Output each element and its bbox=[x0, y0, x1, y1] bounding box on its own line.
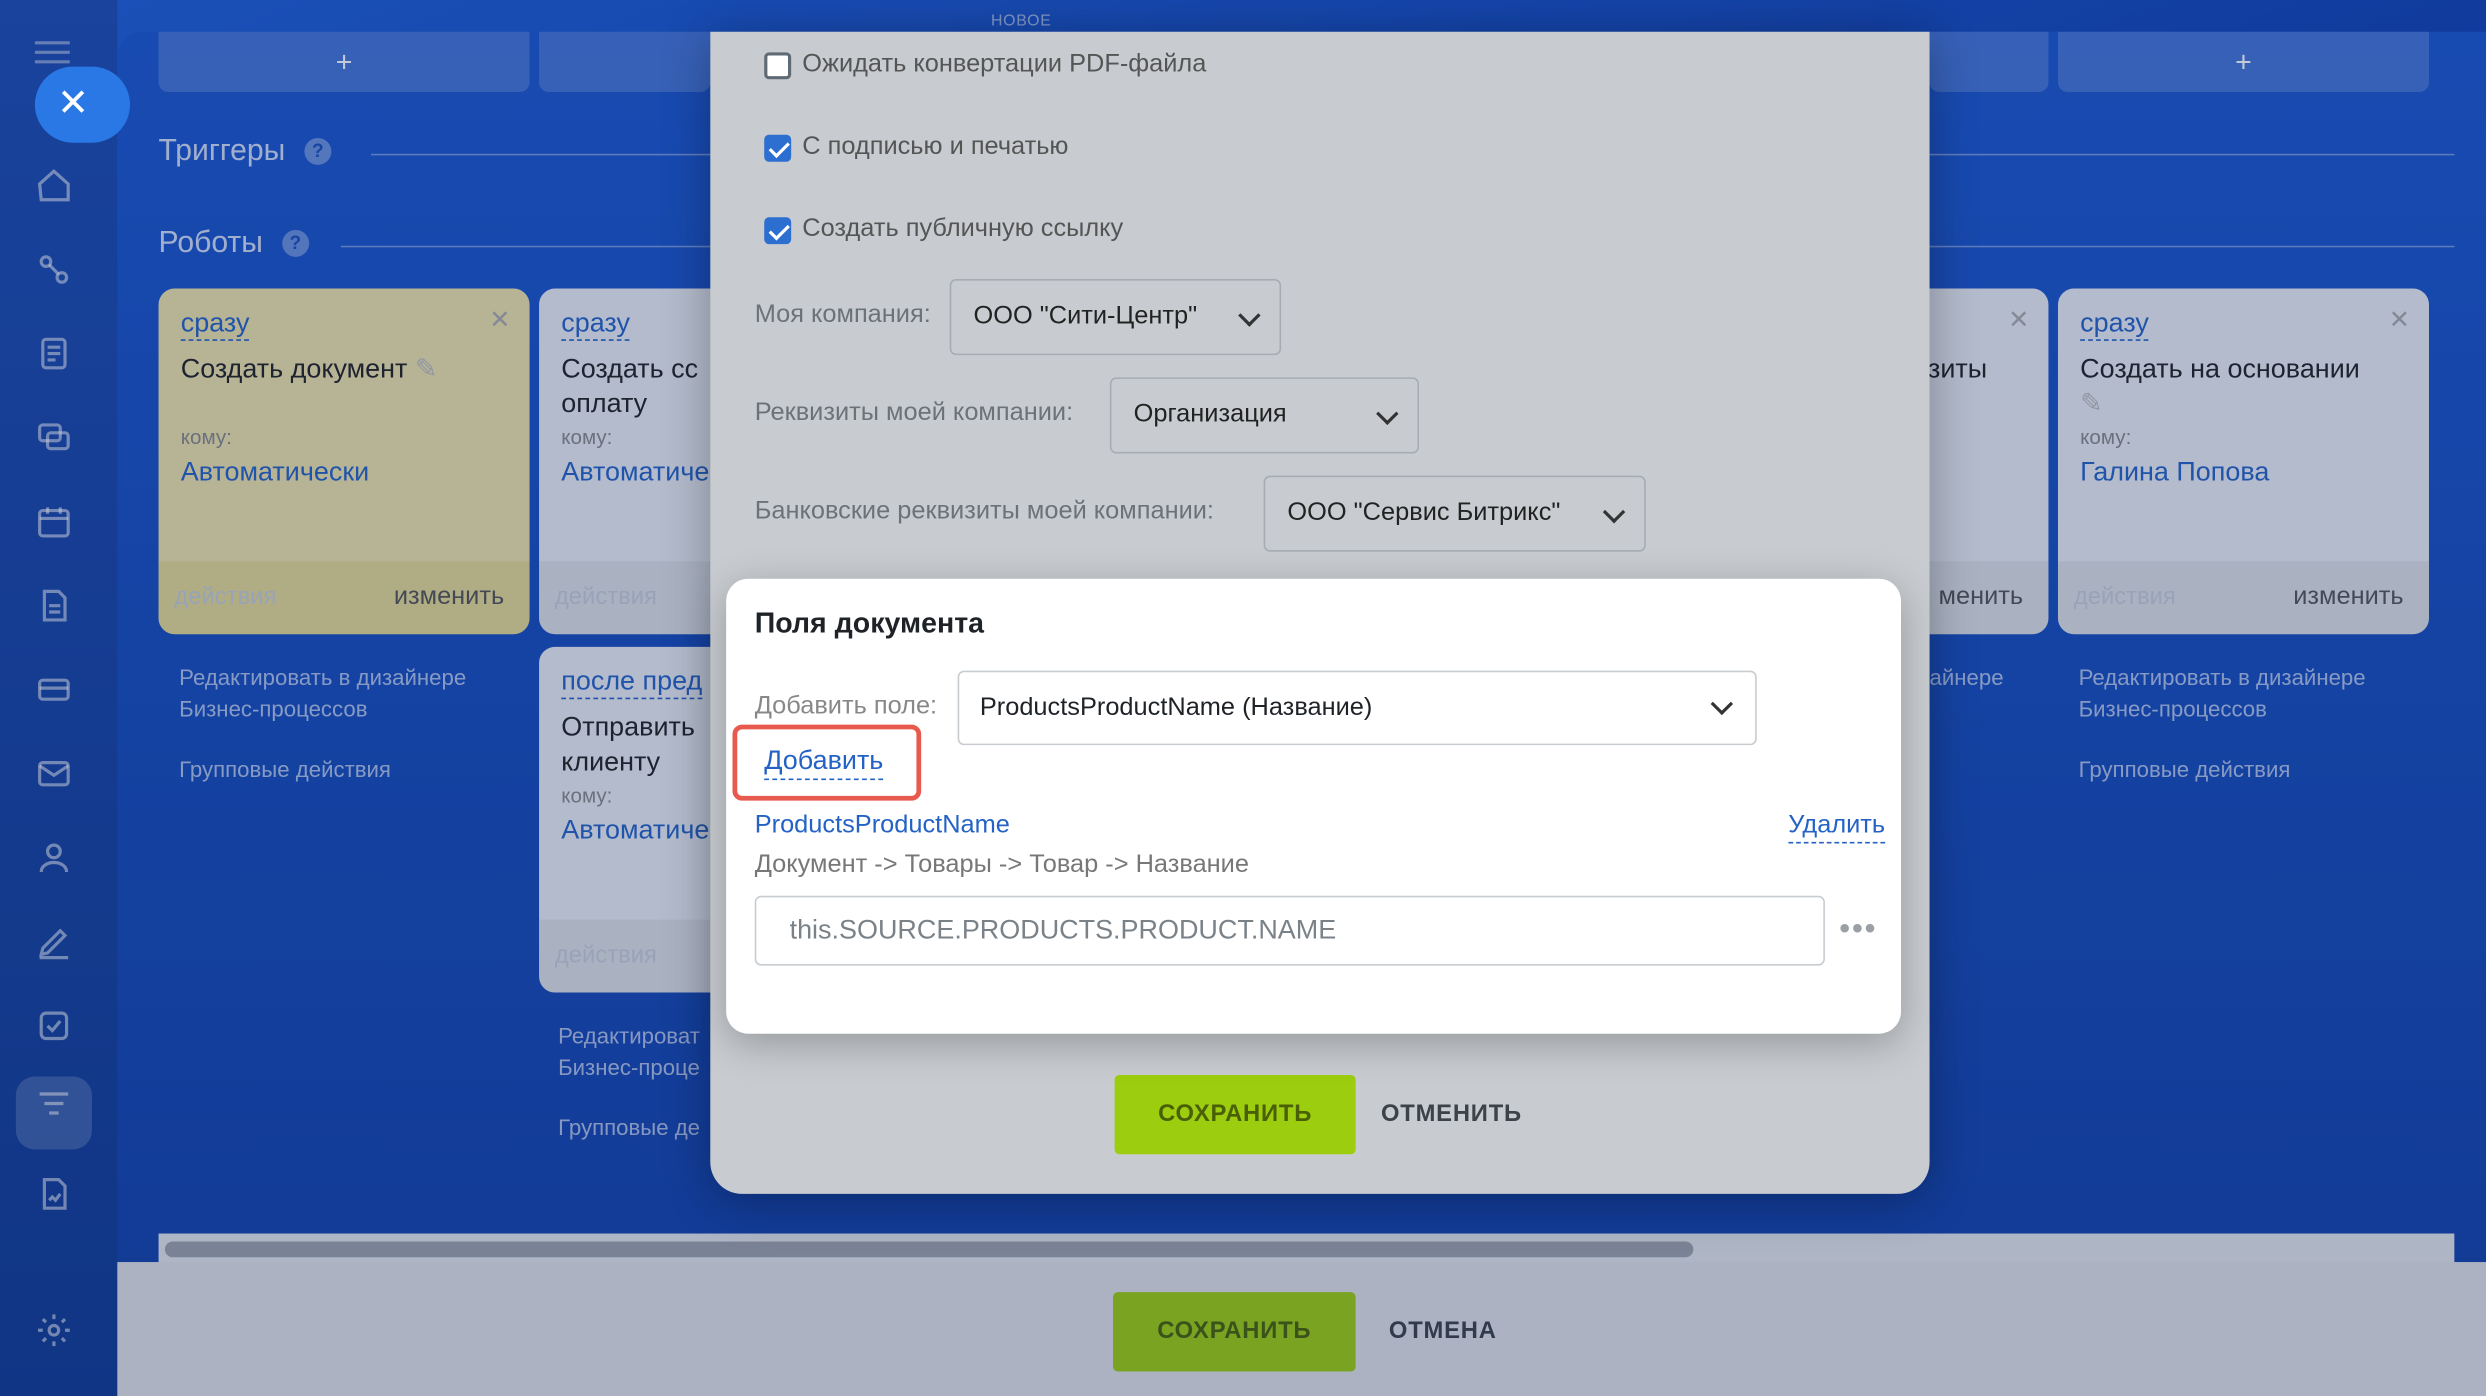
document-fields-popup: Поля документа Добавить поле: ProductsPr… bbox=[726, 578, 1902, 1034]
checkbox-wait-pdf-label: Ожидать конвертации PDF-файла bbox=[802, 50, 1207, 78]
my-company-label: Моя компания: bbox=[754, 301, 931, 329]
requisites-label: Реквизиты моей компании: bbox=[754, 399, 1074, 427]
add-field-value: ProductsProductName (Название) bbox=[979, 694, 1373, 722]
field-expression-input[interactable] bbox=[754, 895, 1825, 966]
checkbox-public-link-label: Создать публичную ссылку bbox=[802, 215, 1124, 243]
field-path: Документ -> Товары -> Товар -> Название bbox=[754, 851, 1249, 879]
popup-title: Поля документа bbox=[754, 607, 985, 639]
delete-field-button[interactable]: Удалить bbox=[1788, 809, 1886, 844]
chevron-down-icon bbox=[1238, 304, 1261, 327]
requisites-select[interactable]: Организация bbox=[1109, 377, 1420, 454]
bank-requisites-select[interactable]: ООО "Сервис Битрикс" bbox=[1263, 475, 1646, 552]
field-name-link[interactable]: ProductsProductName bbox=[755, 812, 1010, 841]
chevron-down-icon bbox=[1376, 402, 1399, 426]
dialog-save-button[interactable]: СОХРАНИТЬ bbox=[1114, 1074, 1356, 1155]
bank-requisites-value: ООО "Сервис Битрикс" bbox=[1287, 499, 1561, 527]
chevron-down-icon bbox=[1602, 500, 1626, 524]
more-options-icon[interactable]: ••• bbox=[1839, 912, 1877, 948]
checkbox-sign-stamp[interactable] bbox=[764, 134, 792, 162]
dialog-cancel-button[interactable]: ОТМЕНИТЬ bbox=[1381, 1075, 1522, 1154]
checkbox-wait-pdf[interactable] bbox=[764, 52, 792, 80]
add-field-select[interactable]: ProductsProductName (Название) bbox=[957, 670, 1757, 746]
requisites-value: Организация bbox=[1133, 401, 1287, 429]
chevron-down-icon bbox=[1710, 692, 1734, 716]
add-field-label: Добавить поле: bbox=[754, 692, 938, 720]
checkbox-public-link[interactable] bbox=[764, 217, 792, 245]
my-company-select[interactable]: ООО "Сити-Центр" bbox=[949, 279, 1282, 356]
my-company-value: ООО "Сити-Центр" bbox=[973, 302, 1198, 330]
close-icon[interactable]: ✕ bbox=[34, 66, 131, 143]
bank-requisites-label: Банковские реквизиты моей компании: bbox=[754, 497, 1214, 525]
add-field-button[interactable]: Добавить bbox=[764, 744, 884, 781]
screen: НОВОЕ + + Триггеры? Роботы? сразу ✕ Созд… bbox=[0, 0, 2486, 1396]
checkbox-sign-stamp-label: С подписью и печатью bbox=[802, 133, 1069, 161]
